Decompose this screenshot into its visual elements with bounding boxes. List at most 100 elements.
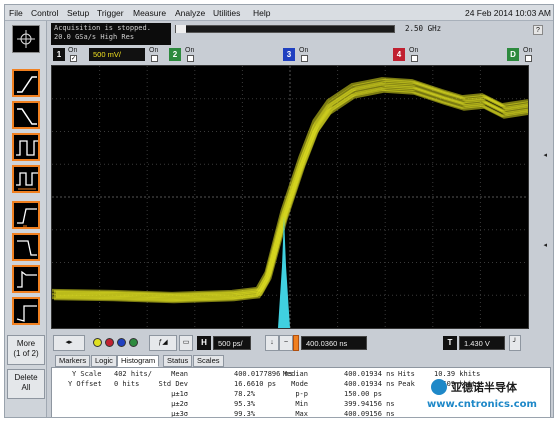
trigger-level[interactable]: 1.430 V bbox=[459, 336, 505, 350]
trace-color-yellow[interactable] bbox=[93, 338, 102, 347]
info-tabs: Markers Logic Histogram Status Scales bbox=[51, 355, 551, 367]
delete-all-button[interactable]: Delete All bbox=[7, 369, 45, 399]
horizontal-scale[interactable]: 500 ps/ bbox=[213, 336, 251, 350]
tab-status[interactable]: Status bbox=[163, 355, 193, 367]
crosshair-icon bbox=[17, 30, 35, 48]
channel-1-checkbox[interactable]: ✓ bbox=[70, 55, 77, 62]
preshoot-button[interactable] bbox=[12, 297, 40, 325]
stat-label-3: μ±2σ bbox=[171, 400, 188, 408]
channel-4-button[interactable]: 4 bbox=[393, 48, 405, 61]
menu-control[interactable]: Control bbox=[31, 8, 58, 18]
tab-markers[interactable]: Markers bbox=[55, 355, 91, 367]
help-button[interactable]: ? bbox=[533, 25, 543, 35]
channel-2-checkbox[interactable] bbox=[187, 55, 194, 62]
stat-value-4: 99.3% bbox=[234, 410, 256, 418]
acquisition-status: Acquisition is stopped. bbox=[54, 24, 151, 32]
overshoot-icon bbox=[17, 270, 37, 288]
left-toolbar: More (1 of 2) Delete All bbox=[5, 21, 47, 417]
stat-value-2: 78.2% bbox=[234, 390, 256, 398]
channel-4-checkbox[interactable] bbox=[411, 55, 418, 62]
menu-measure[interactable]: Measure bbox=[133, 8, 166, 18]
trigger-label: T bbox=[443, 336, 457, 350]
trace-color-blue[interactable] bbox=[117, 338, 126, 347]
channel-1-scale[interactable]: 500 mV/ bbox=[89, 48, 145, 61]
waveform-display[interactable] bbox=[51, 65, 533, 329]
y-offset-value: 0 hits bbox=[114, 380, 140, 388]
trace-color-red[interactable] bbox=[105, 338, 114, 347]
right-marker-2: ◂ bbox=[543, 242, 547, 249]
fall-time-button[interactable] bbox=[12, 233, 40, 261]
digital-checkbox[interactable] bbox=[525, 55, 532, 62]
menu-help[interactable]: Help bbox=[253, 8, 270, 18]
delay-mode-button[interactable]: ~ bbox=[279, 335, 293, 351]
digital-on-label: On bbox=[523, 47, 533, 54]
channel-1-offset-checkbox[interactable] bbox=[151, 55, 158, 62]
stat-value-3: 95.3% bbox=[234, 400, 256, 408]
horizontal-delay[interactable]: 400.0360 ns bbox=[301, 336, 367, 350]
waveform-trace bbox=[51, 87, 529, 303]
stat-value-3: 399.94156 ns bbox=[344, 400, 395, 408]
channel-3-button[interactable]: 3 bbox=[283, 48, 295, 61]
tab-logic[interactable]: Logic bbox=[91, 355, 117, 367]
time-window-marker[interactable] bbox=[176, 25, 186, 33]
stat-label-0: Hits bbox=[398, 370, 415, 378]
period-button[interactable] bbox=[12, 165, 40, 193]
rise-time-button[interactable] bbox=[12, 201, 40, 229]
channel-bar: 1 On ✓ 500 mV/ On 2 On 3 On 4 On D On bbox=[51, 47, 551, 63]
tab-scales[interactable]: Scales bbox=[193, 355, 224, 367]
watermark-url: www.cntronics.com bbox=[427, 399, 537, 410]
right-markers: ◂ ◂ bbox=[529, 65, 551, 329]
stat-label-0: Median bbox=[282, 370, 308, 378]
y-offset-label: Y Offset bbox=[68, 380, 102, 388]
sample-rate: 20.0 GSa/s High Res bbox=[54, 33, 135, 41]
horizontal-label: H bbox=[197, 336, 211, 350]
menu-bar: File Control Setup Trigger Measure Analy… bbox=[5, 5, 553, 21]
trace-color-green[interactable] bbox=[129, 338, 138, 347]
delay-down-button[interactable]: ↓ bbox=[265, 335, 279, 351]
channel-1-button[interactable]: 1 bbox=[53, 48, 65, 61]
watermark: 亚德诺半导体 www.cntronics.com bbox=[423, 377, 553, 417]
channel-2-button[interactable]: 2 bbox=[169, 48, 181, 61]
memory-button[interactable]: ▭ bbox=[179, 335, 193, 351]
trigger-slope-button[interactable]: ╯ bbox=[509, 335, 521, 351]
rising-edge-icon bbox=[17, 76, 37, 93]
channel-3-checkbox[interactable] bbox=[301, 55, 308, 62]
preshoot-icon bbox=[16, 305, 37, 322]
pulse-width-button[interactable] bbox=[12, 133, 40, 161]
menu-file[interactable]: File bbox=[9, 8, 23, 18]
oscilloscope-window: File Control Setup Trigger Measure Analy… bbox=[4, 4, 554, 418]
rising-edge-marker-button[interactable] bbox=[12, 69, 40, 97]
wechat-logo-icon bbox=[431, 379, 447, 395]
menu-trigger[interactable]: Trigger bbox=[97, 8, 124, 18]
delay-indicator[interactable] bbox=[293, 335, 299, 351]
channel-3-on-label: On bbox=[299, 47, 309, 54]
menu-setup[interactable]: Setup bbox=[67, 8, 89, 18]
y-scale-label: Y Scale bbox=[72, 370, 102, 378]
stat-label-1: Mode bbox=[291, 380, 308, 388]
menu-analyze[interactable]: Analyze bbox=[175, 8, 205, 18]
zoom-cursor-button[interactable] bbox=[12, 25, 40, 53]
channel-1-offset-on-label: On bbox=[149, 47, 159, 54]
rise-time-icon bbox=[17, 208, 37, 227]
watermark-brand: 亚德诺半导体 bbox=[451, 381, 517, 394]
period-icon bbox=[16, 172, 38, 190]
falling-edge-marker-button[interactable] bbox=[12, 101, 40, 129]
channel-4-on-label: On bbox=[409, 47, 419, 54]
right-marker-1: ◂ bbox=[543, 152, 547, 159]
digital-channel-button[interactable]: D bbox=[507, 48, 519, 61]
scroll-buttons[interactable]: ◂▸ bbox=[53, 335, 85, 351]
falling-edge-icon bbox=[17, 108, 37, 125]
menu-utilities[interactable]: Utilities bbox=[213, 8, 240, 18]
stat-value-4: 400.09156 ns bbox=[344, 410, 395, 418]
tab-histogram[interactable]: Histogram bbox=[117, 355, 160, 367]
fall-time-icon bbox=[17, 240, 37, 256]
stat-value-0: 400.01934 ns bbox=[344, 370, 395, 378]
stat-label-4: Max bbox=[295, 410, 308, 418]
math-function-button[interactable]: ƒ◢ bbox=[149, 335, 177, 351]
overshoot-button[interactable] bbox=[12, 265, 40, 293]
more-button[interactable]: More (1 of 2) bbox=[7, 335, 45, 365]
time-control-row: ◂▸ ƒ◢ ▭ H 500 ps/ ↓ ~ 400.0360 ns T 1.43… bbox=[51, 333, 551, 355]
time-overview-bar[interactable] bbox=[175, 25, 395, 33]
channel-1-on-label: On bbox=[68, 47, 78, 54]
stat-label-4: μ±3σ bbox=[171, 410, 188, 418]
